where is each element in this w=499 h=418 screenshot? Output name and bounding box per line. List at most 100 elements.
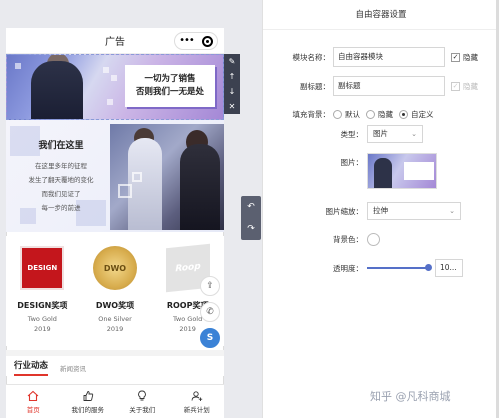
bottom-tabbar: 首页 我们的服务 关于我们 新兵计划 (6, 384, 224, 418)
about-photo (110, 124, 224, 230)
design-award-logo: DESIGN (20, 246, 65, 290)
image-thumbnail[interactable] (367, 153, 437, 189)
checkmark-icon: ✓ (451, 81, 460, 91)
tabbar-item-about[interactable]: 关于我们 (115, 385, 170, 418)
about-line: 在这里多年的征程 (35, 162, 87, 170)
tabbar-label: 新兵计划 (183, 405, 210, 414)
chevron-down-icon: ⌄ (449, 207, 455, 215)
module-name-row: 模块名称： 自由容器模块 ✓ 隐藏 (263, 47, 499, 67)
add-user-icon (191, 390, 202, 401)
checkmark-icon: ✓ (451, 52, 460, 62)
banner-module[interactable]: 一切为了销售 否则我们一无是处 (6, 54, 224, 120)
delete-icon[interactable]: ✕ (229, 102, 236, 111)
radio-default[interactable]: 默认 (333, 109, 360, 120)
about-section[interactable]: 我们在这里 在这里多年的征程 发生了翻天覆地的变化 而我们见证了 每一步的前进 (6, 120, 224, 232)
subtitle-hide-checkbox[interactable]: ✓ 隐藏 (451, 81, 478, 92)
opacity-slider-handle[interactable] (425, 264, 432, 271)
image-label: 图片： (340, 158, 364, 167)
share-icon[interactable]: ⇪ (200, 276, 220, 296)
image-scale-select[interactable]: 拉伸 ⌄ (367, 202, 461, 220)
subtitle-row: 副标题： 副标题 ✓ 隐藏 (263, 76, 499, 96)
award-year: 2019 (179, 325, 196, 333)
bg-color-row: 背景色： (263, 229, 499, 249)
type-label: 类型： (340, 129, 364, 139)
edit-pencil-icon[interactable]: ✎ (229, 57, 236, 66)
image-scale-label: 图片缩放： (325, 206, 364, 216)
about-title: 我们在这里 (38, 141, 84, 151)
award-medal: Two Gold (173, 315, 203, 323)
award-item: DESIGN DESIGN奖项 Two Gold 2019 (9, 236, 75, 346)
tabbar-item-recruit[interactable]: 新兵计划 (170, 385, 225, 418)
subtitle-input[interactable]: 副标题 (333, 76, 445, 96)
award-year: 2019 (106, 325, 124, 333)
tabbar-item-services[interactable]: 我们的服务 (61, 385, 116, 418)
watermark: 知乎 @凡科商城 (370, 390, 451, 403)
undo-icon[interactable]: ↶ (247, 202, 255, 212)
banner-line-2: 否则我们一无是处 (135, 87, 204, 97)
type-select-value: 图片 (373, 129, 388, 138)
opacity-slider[interactable] (367, 267, 429, 269)
more-icon[interactable]: ••• (179, 36, 195, 46)
home-icon (27, 390, 39, 401)
award-medal: One Silver (98, 315, 132, 323)
radio-custom[interactable]: 自定义 (399, 109, 434, 120)
radio-label: 自定义 (411, 109, 434, 119)
module-name-input[interactable]: 自由容器模块 (333, 47, 445, 67)
chevron-down-icon: ⌄ (411, 130, 417, 138)
about-text: 我们在这里 在这里多年的征程 发生了翻天覆地的变化 而我们见证了 每一步的前进 (16, 138, 106, 215)
color-picker[interactable] (367, 232, 380, 246)
subtitle-label: 副标题： (300, 81, 330, 91)
tab-industry-news[interactable]: 行业动态 (14, 359, 49, 376)
module-edit-toolbar: ✎ ↑ ↓ ✕ (224, 54, 240, 114)
redo-icon[interactable]: ↷ (247, 224, 255, 234)
service-s-icon[interactable]: S (200, 328, 220, 348)
miniprogram-capsule[interactable]: ••• (174, 32, 218, 50)
tabbar-label: 我们的服务 (71, 405, 105, 414)
image-scale-value: 拉伸 (373, 206, 388, 215)
thumbs-up-icon (83, 390, 93, 401)
image-scale-row: 图片缩放： 拉伸 ⌄ (263, 201, 499, 221)
module-name-label: 模块名称： (292, 52, 331, 62)
award-medal: Two Gold (27, 315, 57, 323)
dwo-award-logo: DWO (92, 246, 137, 290)
hide-label: 隐藏 (463, 81, 478, 91)
fill-bg-radio-group: 默认 隐藏 自定义 (333, 109, 434, 120)
radio-label: 默认 (345, 109, 360, 119)
tabbar-label: 首页 (26, 405, 40, 414)
phone-navbar: 广告 ••• (6, 28, 224, 54)
bg-color-label: 背景色： (333, 234, 363, 244)
about-line: 每一步的前进 (41, 204, 81, 212)
tab-company-news[interactable]: 新闻资讯 (60, 363, 86, 376)
undo-redo-bar: ↶ ↷ (241, 196, 261, 240)
type-select[interactable]: 图片 ⌄ (367, 125, 423, 143)
panel-title: 自由容器设置 (263, 0, 499, 30)
about-line: 发生了翻天覆地的变化 (28, 176, 94, 184)
opacity-input[interactable]: 10... (435, 259, 463, 277)
fill-bg-row: 填充背景： 默认 隐藏 自定义 (263, 104, 499, 124)
award-name: DWO奖项 (95, 301, 135, 310)
award-year: 2019 (34, 325, 51, 333)
about-line: 而我们见证了 (41, 190, 81, 198)
hide-label: 隐藏 (463, 52, 478, 62)
page-title: 广告 (105, 37, 125, 48)
banner-line-1: 一切为了销售 (144, 74, 196, 84)
move-down-icon[interactable]: ↓ (229, 87, 236, 96)
award-item: DWO DWO奖项 One Silver 2019 (82, 236, 148, 346)
tabbar-label: 关于我们 (129, 405, 156, 414)
banner-person (31, 61, 83, 119)
radio-hide[interactable]: 隐藏 (366, 109, 393, 120)
opacity-row: 透明度： 10... (263, 258, 499, 278)
image-row: 图片： (263, 153, 499, 191)
news-tabs: 行业动态 新闻资讯 (6, 350, 224, 376)
settings-panel: 自由容器设置 模块名称： 自由容器模块 ✓ 隐藏 副标题： 副标题 ✓ 隐藏 填… (262, 0, 499, 418)
award-name: DESIGN奖项 (17, 301, 68, 310)
tabbar-item-home[interactable]: 首页 (6, 385, 61, 418)
phone-icon[interactable]: ✆ (200, 302, 220, 322)
banner-textbox: 一切为了销售 否则我们一无是处 (125, 65, 215, 107)
radio-label: 隐藏 (378, 109, 393, 119)
lightbulb-icon (138, 390, 147, 400)
move-up-icon[interactable]: ↑ (229, 72, 236, 81)
module-name-hide-checkbox[interactable]: ✓ 隐藏 (451, 52, 478, 63)
awards-section[interactable]: DESIGN DESIGN奖项 Two Gold 2019 DWO DWO奖项 … (6, 236, 224, 346)
close-target-icon[interactable] (201, 35, 213, 47)
